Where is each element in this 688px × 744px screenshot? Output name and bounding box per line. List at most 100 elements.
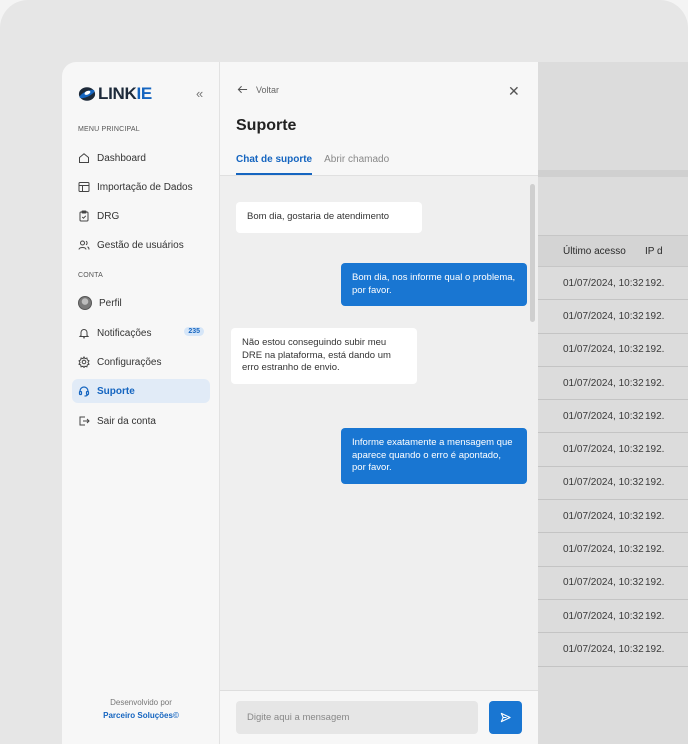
message-composer (220, 690, 538, 744)
cell-ip: 192. (645, 544, 665, 556)
cell-ip: 192. (645, 410, 665, 422)
cell-ip: 192. (645, 477, 665, 489)
table-row: 01/07/2024, 10:32 192. (538, 500, 688, 534)
background-toolbar (538, 170, 688, 177)
close-icon[interactable]: ✕ (508, 83, 520, 100)
section-label-main: MENU PRINCIPAL (78, 126, 140, 133)
cell-last-access: 01/07/2024, 10:32 (563, 643, 644, 655)
background-table: Último acesso IP d 01/07/2024, 10:32 192.… (538, 235, 688, 667)
footer-brand-link[interactable]: Parceiro Soluções© (62, 711, 220, 720)
back-label: Voltar (256, 84, 280, 95)
table-row: 01/07/2024, 10:32 192. (538, 300, 688, 334)
sidebar-item-user-management[interactable]: Gestão de usuários (72, 233, 210, 257)
table-row: 01/07/2024, 10:32 192. (538, 467, 688, 501)
sidebar-item-label: Gestão de usuários (97, 239, 184, 251)
sidebar-item-dashboard[interactable]: Dashboard (72, 146, 210, 170)
clipboard-icon (79, 210, 89, 222)
chat-message-outgoing: Informe exatamente a mensagem que aparec… (341, 428, 527, 484)
table-row: 01/07/2024, 10:32 192. (538, 600, 688, 634)
cell-last-access: 01/07/2024, 10:32 (563, 377, 644, 389)
table-row: 01/07/2024, 10:32 192. (538, 334, 688, 367)
send-icon (500, 712, 511, 723)
sidebar-item-logout[interactable]: Sair da conta (72, 409, 210, 433)
back-button[interactable]: Voltar (237, 84, 279, 95)
arrow-left-icon (237, 85, 248, 94)
cell-last-access: 01/07/2024, 10:32 (563, 310, 644, 322)
cell-ip: 192. (645, 277, 665, 289)
device-frame: Último acesso IP d 01/07/2024, 10:32 192.… (0, 0, 688, 744)
cell-ip: 192. (645, 643, 665, 655)
cell-last-access: 01/07/2024, 10:32 (563, 577, 644, 589)
tab-support-chat[interactable]: Chat de suporte (236, 154, 313, 175)
cell-ip: 192. (645, 310, 665, 322)
cell-ip: 192. (645, 510, 665, 522)
cell-ip: 192. (645, 610, 665, 622)
sidebar-item-label: Suporte (97, 385, 135, 397)
bell-icon (78, 329, 90, 339)
logout-icon (79, 416, 90, 426)
cell-last-access: 01/07/2024, 10:32 (563, 444, 644, 456)
cell-ip: 192. (645, 444, 665, 456)
cell-ip: 192. (645, 577, 665, 589)
sidebar-item-profile[interactable]: Perfil (72, 291, 210, 315)
cell-last-access: 01/07/2024, 10:32 (563, 510, 644, 522)
sidebar: LINKIE « MENU PRINCIPAL Dashboard Import… (62, 62, 220, 744)
notification-count-badge: 235 (184, 327, 204, 336)
chat-message-incoming: Bom dia, gostaria de atendimento (236, 202, 422, 233)
message-input[interactable] (236, 701, 478, 734)
cell-ip: 192. (645, 377, 665, 389)
gear-icon (78, 356, 90, 368)
sidebar-item-settings[interactable]: Configurações (72, 350, 210, 374)
chat-message-outgoing: Bom dia, nos informe qual o problema, po… (341, 263, 527, 306)
headset-icon (78, 386, 90, 397)
logo-text-suffix: IE (136, 84, 152, 103)
avatar (78, 296, 92, 310)
table-row: 01/07/2024, 10:32 192. (538, 533, 688, 567)
cell-last-access: 01/07/2024, 10:32 (563, 610, 644, 622)
table-row: 01/07/2024, 10:32 192. (538, 267, 688, 301)
cell-last-access: 01/07/2024, 10:32 (563, 410, 644, 422)
support-panel: Voltar ✕ Suporte Chat de suporte Abrir c… (220, 62, 538, 744)
tab-bar: Chat de suporte Abrir chamado (236, 154, 389, 175)
table-row: 01/07/2024, 10:32 192. (538, 400, 688, 434)
logo-text: LINKIE (98, 84, 152, 104)
home-icon (79, 153, 89, 163)
sidebar-item-label: Perfil (99, 297, 122, 309)
table-header: Último acesso IP d (538, 235, 688, 267)
table-row: 01/07/2024, 10:32 192. (538, 633, 688, 667)
logo-text-prefix: LINK (98, 84, 137, 103)
users-icon (78, 240, 90, 250)
section-label-account: CONTA (78, 272, 103, 279)
cell-last-access: 01/07/2024, 10:32 (563, 544, 644, 556)
sidebar-item-label: Sair da conta (97, 415, 156, 427)
chat-message-incoming: Não estou conseguindo subir meu DRE na p… (231, 328, 417, 384)
table-row: 01/07/2024, 10:32 192. (538, 433, 688, 467)
sidebar-item-label: DRG (97, 210, 120, 222)
collapse-sidebar-icon[interactable]: « (196, 86, 203, 101)
sidebar-item-data-import[interactable]: Importação de Dados (72, 175, 210, 199)
sidebar-item-label: Importação de Dados (97, 181, 193, 193)
footer-text: Desenvolvido por (110, 698, 172, 707)
sidebar-item-label: Notificações (97, 327, 152, 339)
logo[interactable]: LINKIE (78, 84, 152, 104)
column-header-ip: IP d (645, 245, 663, 257)
chat-area: Bom dia, gostaria de atendimento Bom dia… (220, 176, 538, 690)
page-title: Suporte (236, 117, 297, 134)
sidebar-item-notifications[interactable]: Notificações 235 (72, 321, 210, 345)
sidebar-item-support[interactable]: Suporte (72, 379, 210, 403)
cell-ip: 192. (645, 344, 665, 356)
sidebar-item-label: Configurações (97, 356, 162, 368)
tab-open-ticket[interactable]: Abrir chamado (324, 154, 389, 175)
column-header-last-access: Último acesso (563, 245, 626, 257)
table-icon (78, 182, 90, 192)
sidebar-item-label: Dashboard (97, 152, 146, 164)
cell-last-access: 01/07/2024, 10:32 (563, 477, 644, 489)
cell-last-access: 01/07/2024, 10:32 (563, 277, 644, 289)
cell-last-access: 01/07/2024, 10:32 (563, 344, 644, 356)
sidebar-item-drg[interactable]: DRG (72, 204, 210, 228)
sidebar-footer: Desenvolvido por Parceiro Soluções© (62, 698, 220, 720)
table-row: 01/07/2024, 10:32 192. (538, 367, 688, 401)
chat-scrollbar[interactable] (530, 184, 535, 322)
logo-mark-icon (78, 87, 96, 101)
send-button[interactable] (489, 701, 522, 734)
